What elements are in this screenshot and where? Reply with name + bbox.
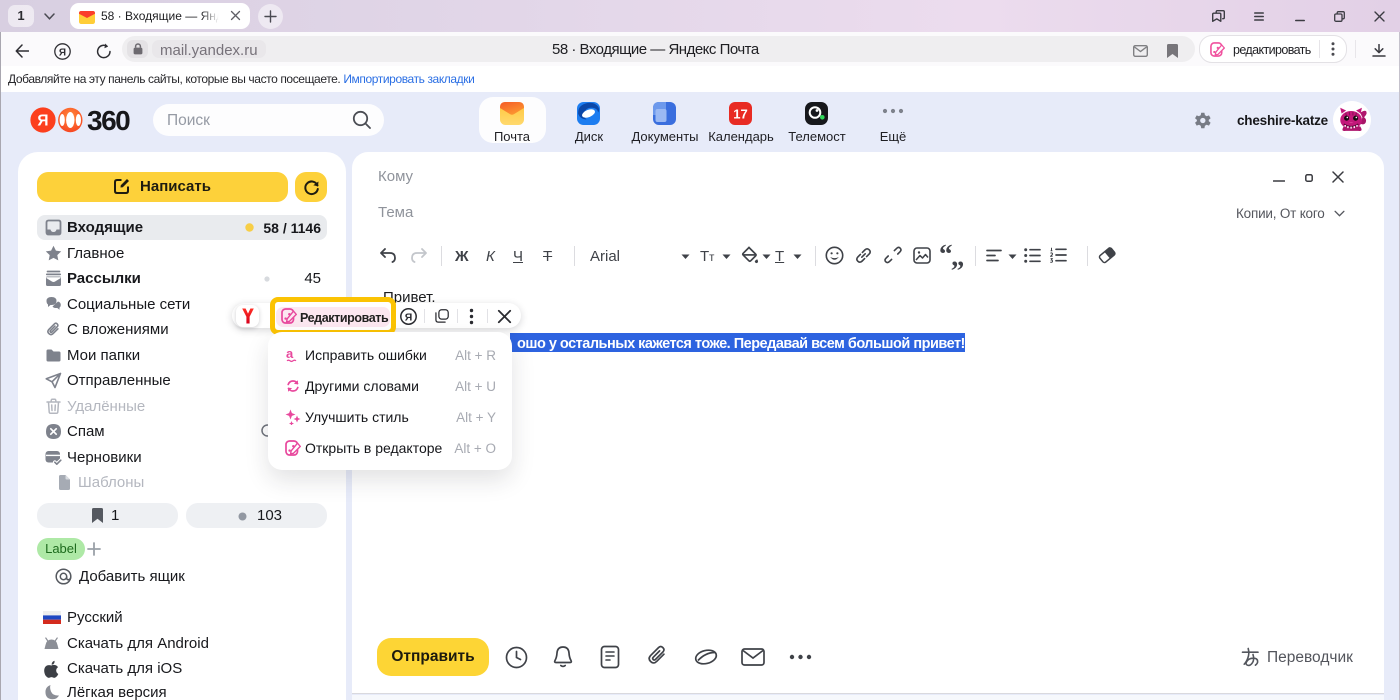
svg-text:“: “ xyxy=(951,245,965,270)
svg-text:a: a xyxy=(286,347,294,361)
svg-text:Я: Я xyxy=(405,312,413,324)
svg-text:“: “ xyxy=(939,244,953,269)
svg-text:17: 17 xyxy=(733,107,747,122)
svg-text:Я: Я xyxy=(59,47,66,58)
svg-text:Я: Я xyxy=(37,113,48,130)
